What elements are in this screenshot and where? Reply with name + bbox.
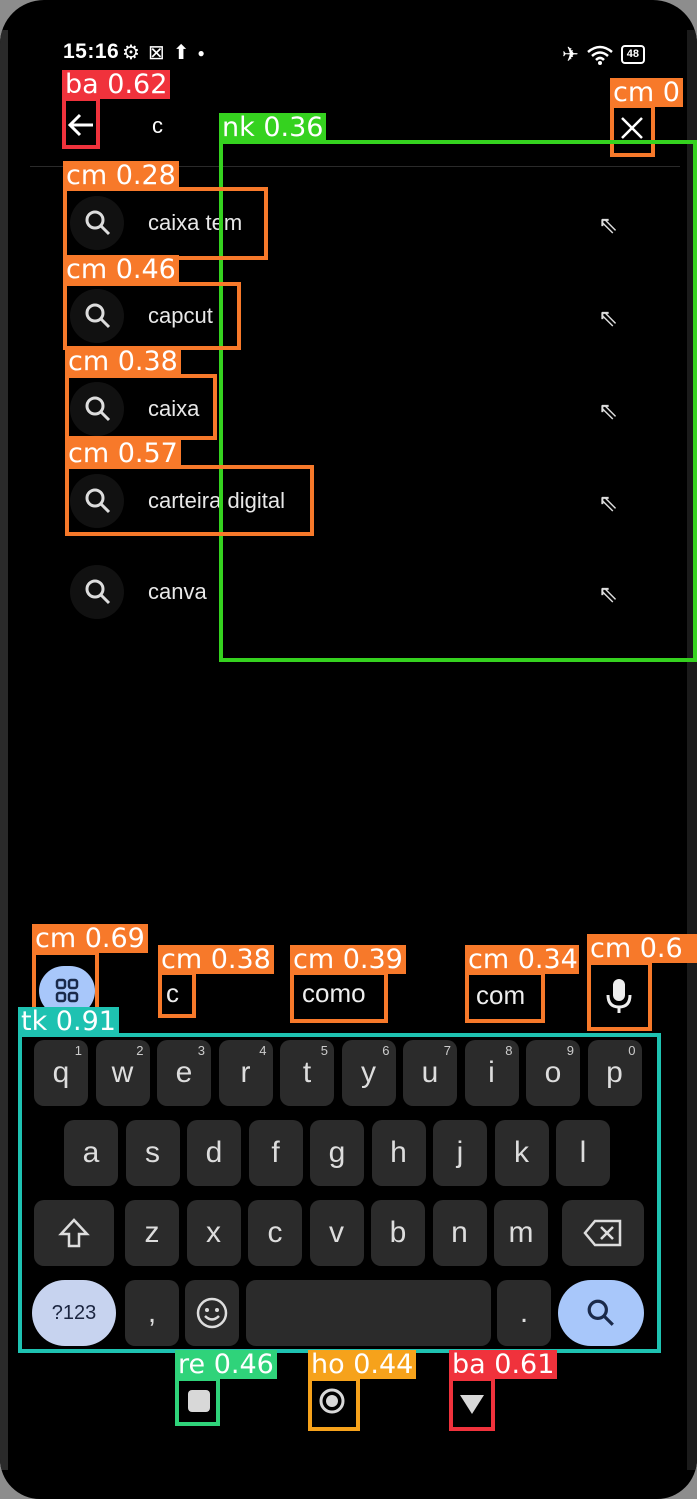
wifi-icon [586, 45, 613, 65]
phone-bezel-left [0, 30, 8, 1470]
detection-tag: cm 0.38 [65, 347, 181, 376]
detection-tag: nk 0.36 [219, 113, 327, 142]
airplane-icon: ✈ [561, 44, 579, 66]
detection-box [290, 971, 388, 1023]
search-icon [85, 579, 111, 605]
detection-tag: cm 0.46 [63, 255, 179, 284]
detection-tag: cm 0.38 [158, 945, 274, 974]
search-input[interactable]: c [152, 113, 163, 139]
detection-box [65, 465, 314, 536]
detection-box [63, 187, 268, 260]
status-system-icons: ✈ 48 [562, 42, 645, 67]
detection-tag: ba 0.62 [62, 70, 171, 99]
detection-tag: cm 0 [610, 78, 683, 107]
detection-tag: ho 0.44 [308, 1350, 417, 1379]
app-notification-icon: ⊠ [147, 42, 165, 64]
upload-notification-icon: ⬆ [172, 42, 190, 64]
status-notification-icons: ⚙ ⊠ ⬆ ● [122, 40, 205, 65]
detection-box [63, 282, 241, 350]
detection-tag: cm 0.39 [290, 945, 406, 974]
detection-box [158, 971, 196, 1018]
settings-gear-icon: ⚙ [122, 42, 140, 64]
detection-tag: cm 0.28 [63, 161, 179, 190]
detection-tag: ba 0.61 [449, 1350, 558, 1379]
detection-tag: re 0.46 [175, 1350, 277, 1379]
detection-box [465, 971, 545, 1023]
dot-icon: ● [197, 45, 205, 60]
detection-box [18, 1033, 661, 1353]
phone-screen: 15:16 ⚙ ⊠ ⬆ ● ✈ 48 c caixa tem ⇖ capcut … [0, 0, 697, 1499]
suggestion-label: canva [148, 579, 207, 604]
detection-box [449, 1377, 495, 1431]
status-time: 15:16 [63, 40, 120, 63]
battery-indicator: 48 [620, 45, 645, 64]
detection-tag: cm 0.6 [587, 934, 697, 963]
detection-box [219, 140, 697, 662]
detection-box [587, 961, 652, 1031]
detection-box [308, 1377, 360, 1431]
detection-tag: tk 0.91 [18, 1007, 119, 1036]
detection-tag: cm 0.57 [65, 439, 181, 468]
detection-tag: cm 0.69 [32, 924, 148, 953]
detection-tag: cm 0.34 [465, 945, 579, 974]
detection-box [65, 374, 217, 440]
suggestion-icon-bg [70, 565, 124, 619]
detection-box [62, 97, 100, 149]
detection-box [175, 1377, 220, 1426]
